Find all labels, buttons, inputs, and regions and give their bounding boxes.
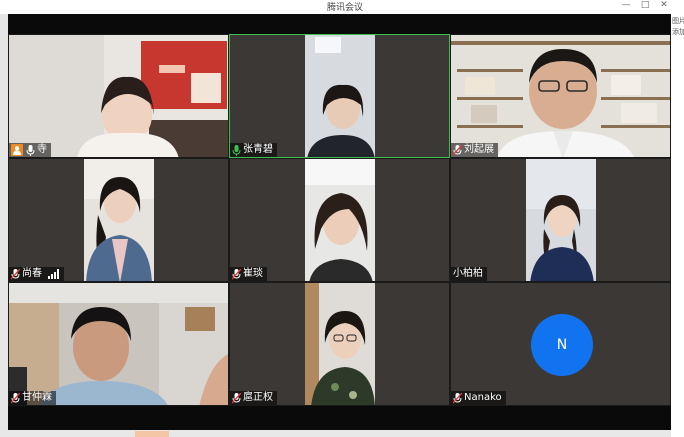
participant-nameplate: 尚春 — [9, 267, 64, 281]
title-bar: 腾讯会议 — □ ✕ — [0, 0, 684, 14]
participant-name: 尚春 — [22, 268, 42, 279]
participant-name: 刘起展 — [464, 144, 494, 155]
video-frame — [84, 159, 154, 281]
microphone-muted-icon — [232, 392, 241, 404]
participant-nameplate: 张青碧 — [230, 143, 277, 157]
microphone-muted-icon — [11, 268, 20, 280]
participant-tile[interactable]: 崔琰 — [229, 158, 450, 282]
participant-nameplate: 甘仲霖 — [9, 391, 56, 405]
microphone-muted-icon — [453, 392, 462, 404]
video-frame — [451, 35, 670, 157]
video-grid: 寺 张青碧 刘起展 尚春 崔琰 小柏柏 甘仲霖 扈正权 N Nanako — [8, 34, 671, 406]
video-frame — [305, 283, 375, 405]
participant-tile-active[interactable]: 张青碧 — [229, 34, 450, 158]
participant-tile[interactable]: 甘仲霖 — [8, 282, 229, 406]
side-panel: 图片 添加 — [671, 14, 684, 437]
left-background-strip — [0, 14, 8, 430]
side-panel-line: 添加 — [672, 28, 684, 36]
participant-nameplate: 寺 — [9, 143, 51, 157]
participant-name: 张青碧 — [243, 144, 273, 155]
participant-nameplate: 刘起展 — [451, 143, 498, 157]
participant-name: 崔琰 — [243, 268, 263, 279]
microphone-muted-icon — [11, 392, 20, 404]
window-title: 腾讯会议 — [326, 3, 363, 13]
video-frame — [9, 283, 228, 405]
meeting-window: 寺 张青碧 刘起展 尚春 崔琰 小柏柏 甘仲霖 扈正权 N Nanako — [8, 14, 671, 430]
microphone-muted-icon — [232, 268, 241, 280]
participant-tile[interactable]: 刘起展 — [450, 34, 671, 158]
participant-name: Nanako — [464, 392, 502, 403]
participant-name: 扈正权 — [243, 392, 273, 403]
participant-tile[interactable]: 尚春 — [8, 158, 229, 282]
participant-tile[interactable]: 扈正权 — [229, 282, 450, 406]
participant-nameplate: 崔琰 — [230, 267, 267, 281]
microphone-icon — [26, 144, 35, 156]
maximize-button[interactable]: □ — [637, 0, 653, 10]
bottom-accent — [135, 431, 169, 437]
close-button[interactable]: ✕ — [656, 0, 672, 10]
participant-name: 甘仲霖 — [22, 392, 52, 403]
minimize-button[interactable]: — — [618, 0, 634, 10]
participant-nameplate: 扈正权 — [230, 391, 277, 405]
participant-name: 小柏柏 — [453, 268, 483, 279]
participant-tile[interactable]: N Nanako — [450, 282, 671, 406]
video-frame — [9, 35, 228, 157]
avatar: N — [531, 314, 593, 376]
participant-tile[interactable]: 小柏柏 — [450, 158, 671, 282]
participant-name: 寺 — [37, 144, 47, 155]
video-frame — [526, 159, 596, 281]
video-frame — [305, 35, 375, 157]
microphone-speaking-icon — [232, 144, 241, 156]
window-controls: — □ ✕ — [618, 0, 672, 10]
bottom-strip — [0, 430, 671, 437]
side-panel-line: 图片 — [672, 17, 684, 25]
microphone-muted-icon — [453, 144, 462, 156]
network-signal-icon — [48, 269, 60, 279]
host-icon — [11, 144, 23, 156]
participant-nameplate: 小柏柏 — [451, 267, 487, 281]
participant-tile[interactable]: 寺 — [8, 34, 229, 158]
video-frame — [305, 159, 375, 281]
participant-nameplate: Nanako — [451, 391, 506, 405]
